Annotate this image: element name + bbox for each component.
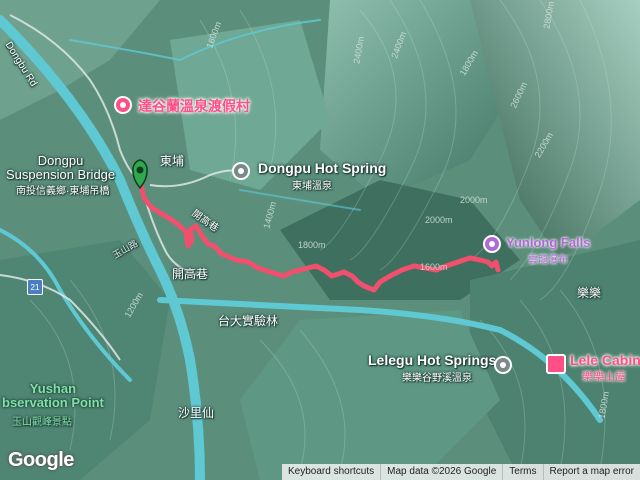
terms-link[interactable]: Terms [502,464,542,480]
lelegu-hot-springs-zh-label: 樂樂谷野溪溫泉 [402,373,472,384]
dongpu-bridge-label[interactable]: Dongpu Suspension Bridge [6,154,115,182]
route-21-shield: 21 [27,279,43,295]
lele-label: 樂樂 [577,286,602,300]
map-data-attribution: Map data ©2026 Google [380,464,502,480]
yushan-observation-zh-label: 玉山觀峰景點 [12,417,72,428]
cabin-icon[interactable] [546,354,566,374]
contour-label: 1600m [420,262,448,272]
keyboard-shortcuts-link[interactable]: Keyboard shortcuts [282,464,380,480]
camera-icon[interactable] [483,235,501,253]
lele-cabin-zh-label: 樂樂山屋 [582,371,626,383]
dongpu-hot-spring-label[interactable]: Dongpu Hot Spring [258,160,386,176]
kaigao-lane-label: 開高巷 [172,267,209,281]
yushan-observation-label[interactable]: Yushan bservation Point [2,382,104,410]
hot-spring-icon[interactable] [494,356,512,374]
resort-icon[interactable] [114,96,132,114]
lele-cabin-label[interactable]: Lele Cabin [570,352,640,368]
yunlong-falls-label[interactable]: Yunlong Falls [506,235,591,250]
taida-forest-label: 台大實驗林 [218,314,279,328]
resort-label[interactable]: 達谷蘭溫泉渡假村 [138,96,250,116]
hot-spring-icon[interactable] [232,162,250,180]
dongpu-label: 東埔 [160,154,185,168]
google-logo: Google [8,449,74,471]
dongpu-hot-spring-zh-label: 東埔溫泉 [292,181,332,192]
shalixian-label: 沙里仙 [178,406,215,420]
contour-label: 1800m [298,240,326,250]
yunlong-falls-zh-label: 雲龍瀑布 [528,255,568,266]
dongpu-bridge-zh-label: 南投信義鄉·東埔吊橋 [16,186,110,197]
report-map-error-link[interactable]: Report a map error [542,464,640,480]
contour-label: 2000m [460,195,488,205]
lelegu-hot-springs-label[interactable]: Lelegu Hot Springs [368,352,496,368]
contour-label: 2000m [425,215,453,225]
map-footer: Keyboard shortcuts Map data ©2026 Google… [281,464,640,480]
